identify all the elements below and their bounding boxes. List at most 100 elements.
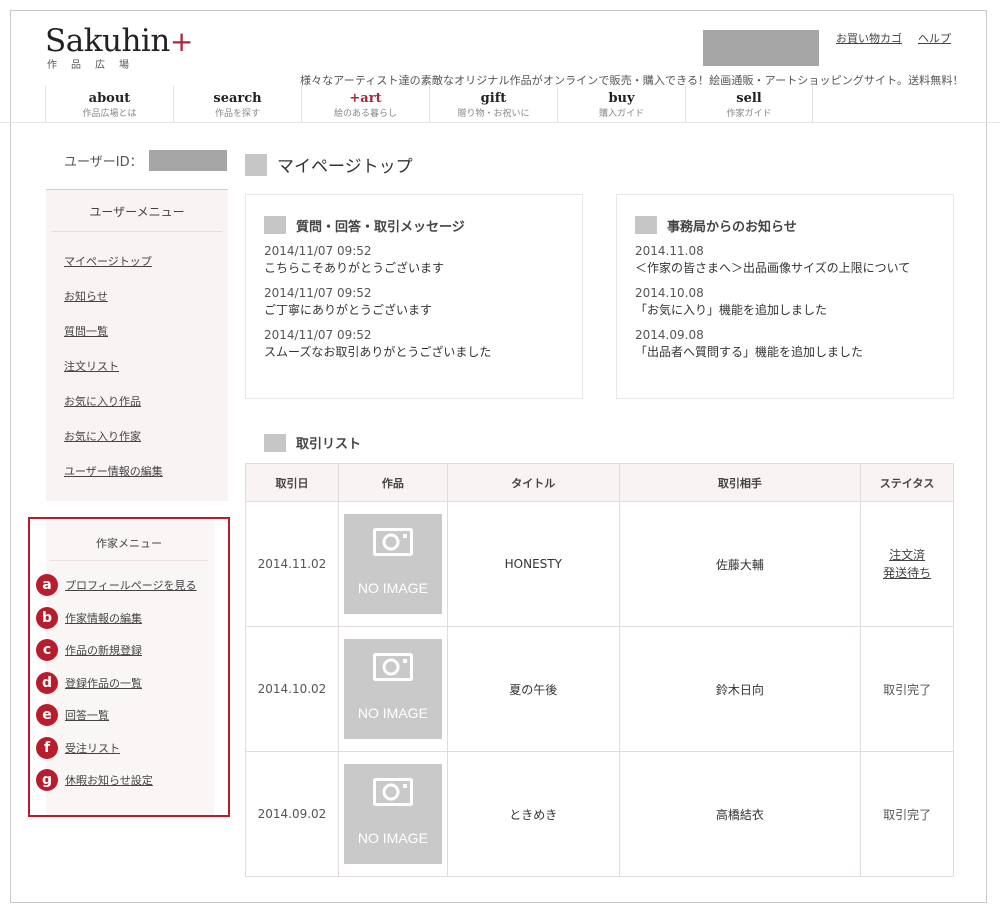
message-text: ご丁寧にありがとうございます bbox=[264, 303, 433, 317]
nav-title: buy bbox=[608, 91, 635, 106]
notice-item[interactable]: 2014.10.08 「お気に入り」機能を追加しました bbox=[635, 285, 935, 319]
trade-date: 2014.09.02 bbox=[245, 751, 339, 877]
badge-c: c bbox=[36, 639, 58, 662]
nav-item-sell[interactable]: sell 作家ガイド bbox=[685, 86, 813, 122]
user-menu-list: マイページトップ お知らせ 質問一覧 注文リスト お気に入り作品 お気に入り作家… bbox=[46, 244, 228, 489]
nav-item-about[interactable]: about 作品広場とは bbox=[45, 86, 173, 122]
header-links: お買い物カゴ ヘルプ bbox=[836, 30, 967, 46]
camera-icon bbox=[372, 653, 413, 681]
messages-panel-title: 質問・回答・取引メッセージ bbox=[264, 213, 564, 237]
nav-item-art[interactable]: +art 絵のある暮らし bbox=[301, 86, 429, 122]
orders-link[interactable]: 注文リスト bbox=[64, 360, 119, 373]
status-completed: 取引完了 bbox=[883, 682, 932, 697]
received-orders-link[interactable]: 受注リスト bbox=[65, 740, 120, 756]
camera-icon bbox=[372, 778, 413, 806]
nav-title: gift bbox=[480, 91, 507, 106]
notice-panel-title: 事務局からのお知らせ bbox=[635, 213, 935, 237]
status-ordered-link[interactable]: 注文済 bbox=[861, 546, 953, 564]
edit-user-info-link[interactable]: ユーザー情報の編集 bbox=[64, 465, 163, 478]
notices-link[interactable]: お知らせ bbox=[64, 290, 108, 303]
nav-item-gift[interactable]: gift 贈り物・お祝いに bbox=[429, 86, 557, 122]
badge-g: g bbox=[36, 769, 58, 792]
header-divider bbox=[0, 122, 1000, 123]
trade-list-title: 取引リスト bbox=[264, 433, 361, 452]
favorite-works-link[interactable]: お気に入り作品 bbox=[64, 395, 141, 408]
trade-work-cell: NO IMAGE bbox=[337, 626, 448, 752]
no-image-label: NO IMAGE bbox=[357, 580, 428, 596]
new-work-link[interactable]: 作品の新規登録 bbox=[65, 642, 142, 658]
badge-f: f bbox=[36, 736, 58, 759]
trade-partner: 佐藤大輔 bbox=[618, 501, 862, 627]
message-item[interactable]: 2014/11/07 09:52 こちらこそありがとうございます bbox=[264, 243, 564, 277]
message-item[interactable]: 2014/11/07 09:52 スムーズなお取引ありがとうございました bbox=[264, 327, 564, 361]
notice-panel: 事務局からのお知らせ 2014.11.08 ＜作家の皆さまへ＞出品画像サイズの上… bbox=[616, 194, 954, 399]
author-menu-item: d 登録作品の一覧 bbox=[36, 667, 228, 700]
trade-title: HONESTY bbox=[446, 501, 620, 627]
nav-subtitle: 作品広場とは bbox=[82, 109, 137, 119]
edit-author-info-link[interactable]: 作家情報の編集 bbox=[65, 610, 142, 626]
nav-title: sell bbox=[736, 91, 762, 106]
column-header-partner: 取引相手 bbox=[618, 463, 862, 502]
notice-item[interactable]: 2014.09.08 「出品者へ質問する」機能を追加しました bbox=[635, 327, 935, 361]
trade-title: 夏の午後 bbox=[446, 626, 620, 752]
messages-panel: 質問・回答・取引メッセージ 2014/11/07 09:52 こちらこそありがと… bbox=[245, 194, 583, 399]
no-image-thumbnail[interactable]: NO IMAGE bbox=[343, 514, 442, 614]
heading-square-icon bbox=[635, 216, 657, 234]
author-menu-title: 作家メニュー bbox=[50, 519, 208, 561]
answers-link[interactable]: 回答一覧 bbox=[65, 707, 109, 723]
author-menu-item: a プロフィールページを見る bbox=[36, 569, 228, 602]
notice-text: 「お気に入り」機能を追加しました bbox=[635, 303, 828, 317]
badge-a: a bbox=[36, 574, 58, 597]
no-image-thumbnail[interactable]: NO IMAGE bbox=[343, 639, 442, 739]
message-item[interactable]: 2014/11/07 09:52 ご丁寧にありがとうございます bbox=[264, 285, 564, 319]
camera-icon bbox=[372, 528, 413, 556]
messages-panel-title-text: 質問・回答・取引メッセージ bbox=[296, 219, 465, 235]
message-date: 2014/11/07 09:52 bbox=[264, 328, 372, 342]
help-link[interactable]: ヘルプ bbox=[918, 32, 951, 45]
user-info-placeholder bbox=[703, 30, 819, 66]
trade-status: 注文済 発送待ち bbox=[860, 501, 954, 627]
logo-plus: + bbox=[169, 25, 193, 58]
no-image-thumbnail[interactable]: NO IMAGE bbox=[343, 764, 442, 864]
favorite-artists-link[interactable]: お気に入り作家 bbox=[64, 430, 141, 443]
registered-works-link[interactable]: 登録作品の一覧 bbox=[65, 675, 142, 691]
trade-partner: 鈴木日向 bbox=[618, 626, 862, 752]
view-profile-link[interactable]: プロフィールページを見る bbox=[65, 577, 197, 593]
page-title-text: マイページトップ bbox=[277, 157, 413, 177]
column-header-date: 取引日 bbox=[245, 463, 339, 502]
page-title: マイページトップ bbox=[245, 152, 413, 177]
nav-subtitle: 作品を探す bbox=[214, 109, 260, 119]
trade-status: 取引完了 bbox=[860, 751, 954, 877]
global-nav: about 作品広場とは search 作品を探す +art 絵のある暮らし g… bbox=[45, 86, 815, 122]
column-header-status: ステイタス bbox=[860, 463, 954, 502]
nav-subtitle: 絵のある暮らし bbox=[333, 109, 397, 119]
no-image-label: NO IMAGE bbox=[357, 830, 428, 846]
mypage-top-link[interactable]: マイページトップ bbox=[64, 255, 152, 268]
author-menu-item: g 休暇お知らせ設定 bbox=[36, 764, 228, 797]
message-date: 2014/11/07 09:52 bbox=[264, 244, 372, 258]
cart-link[interactable]: お買い物カゴ bbox=[836, 32, 902, 45]
vacation-notice-link[interactable]: 休暇お知らせ設定 bbox=[65, 772, 153, 788]
trade-work-cell: NO IMAGE bbox=[337, 501, 448, 627]
badge-b: b bbox=[36, 606, 58, 629]
site-logo[interactable]: Sakuhin+ 作品広場 bbox=[45, 24, 193, 71]
user-menu-title: ユーザーメニュー bbox=[52, 190, 222, 232]
trade-partner: 高橋結衣 bbox=[618, 751, 862, 877]
user-menu-item: 注文リスト bbox=[64, 349, 228, 384]
questions-link[interactable]: 質問一覧 bbox=[64, 325, 108, 338]
nav-item-search[interactable]: search 作品を探す bbox=[173, 86, 301, 122]
notice-item[interactable]: 2014.11.08 ＜作家の皆さまへ＞出品画像サイズの上限について bbox=[635, 243, 935, 277]
user-id-value-placeholder bbox=[148, 150, 227, 171]
notice-panel-title-text: 事務局からのお知らせ bbox=[667, 219, 797, 235]
badge-e: e bbox=[36, 704, 58, 727]
author-menu-list: a プロフィールページを見る b 作家情報の編集 c 作品の新規登録 d 登録作品の一覧… bbox=[30, 569, 228, 797]
status-awaiting-shipment-link[interactable]: 発送待ち bbox=[861, 564, 953, 582]
user-menu-item: お気に入り作家 bbox=[64, 419, 228, 454]
nav-item-buy[interactable]: buy 購入ガイド bbox=[557, 86, 685, 122]
column-header-work: 作品 bbox=[337, 463, 448, 502]
notice-text: ＜作家の皆さまへ＞出品画像サイズの上限について bbox=[635, 261, 911, 275]
user-id-label: ユーザーID： bbox=[64, 155, 143, 170]
user-menu: ユーザーメニュー マイページトップ お知らせ 質問一覧 注文リスト お気に入り作… bbox=[46, 189, 228, 501]
user-id: ユーザーID： bbox=[64, 150, 227, 171]
trade-table-header: 取引日 作品 タイトル 取引相手 ステイタス bbox=[245, 463, 954, 502]
